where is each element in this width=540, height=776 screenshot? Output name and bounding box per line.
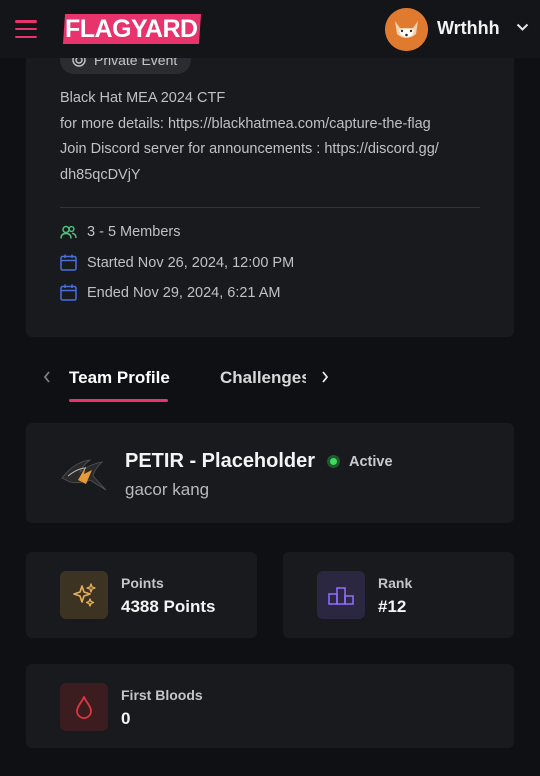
- event-description-line[interactable]: dh85qcDVjY: [60, 167, 141, 183]
- flagyard-logo[interactable]: FLAGYARD: [62, 14, 201, 44]
- rank-value: #12: [378, 597, 407, 616]
- event-description-line[interactable]: for more details: https://blackhatmea.co…: [60, 116, 431, 132]
- ended-text: Ended Nov 29, 2024, 6:21 AM: [87, 284, 281, 301]
- members-text: 3 - 5 Members: [87, 224, 181, 240]
- sparkles-icon: [73, 583, 96, 607]
- event-description-line[interactable]: Join Discord server for announcements : …: [60, 141, 439, 157]
- event-description-line: Black Hat MEA 2024 CTF: [60, 90, 226, 106]
- podium-icon: [328, 587, 354, 605]
- team-name: PETIR - Placeholder: [125, 450, 316, 472]
- first-bloods-icon-box: [60, 683, 108, 731]
- first-bloods-label: First Bloods: [121, 687, 203, 703]
- blood-drop-icon: [76, 696, 92, 719]
- tab-team-profile[interactable]: Team Profile: [69, 368, 170, 388]
- event-divider: [60, 207, 480, 208]
- team-subtitle: gacor kang: [125, 480, 210, 499]
- event-card: Private Event Black Hat MEA 2024 CTF for…: [26, 40, 514, 337]
- rank-label: Rank: [378, 575, 413, 591]
- status-badge: Active: [349, 454, 393, 470]
- points-value: 4388 Points: [121, 597, 216, 616]
- first-bloods-value: 0: [121, 709, 131, 728]
- calendar-icon: [60, 254, 77, 271]
- chevron-right-icon[interactable]: [320, 370, 330, 384]
- points-card: Points 4388 Points: [26, 552, 257, 638]
- event-ended-row: Ended Nov 29, 2024, 6:21 AM: [60, 284, 280, 301]
- avatar[interactable]: [385, 8, 428, 51]
- username[interactable]: Wrthhh: [437, 18, 500, 39]
- team-card: PETIR - Placeholder Active gacor kang: [26, 423, 514, 523]
- points-icon-box: [60, 571, 108, 619]
- fox-avatar-icon: [385, 8, 428, 51]
- status-indicator-icon: [327, 455, 340, 468]
- users-icon: [60, 225, 77, 239]
- calendar-icon: [60, 284, 77, 301]
- team-logo-icon: [61, 459, 107, 491]
- chevron-down-icon[interactable]: [516, 22, 529, 32]
- event-members-row: 3 - 5 Members: [60, 224, 180, 240]
- active-tab-indicator: [69, 399, 168, 402]
- points-label: Points: [121, 575, 164, 591]
- rank-card: Rank #12: [283, 552, 514, 638]
- first-bloods-card: First Bloods 0: [26, 664, 514, 748]
- top-navigation-bar: FLAGYARD Wrthhh: [0, 0, 540, 58]
- started-text: Started Nov 26, 2024, 12:00 PM: [87, 254, 295, 271]
- event-started-row: Started Nov 26, 2024, 12:00 PM: [60, 254, 294, 271]
- rank-icon-box: [317, 571, 365, 619]
- tab-challenges[interactable]: Challenges: [220, 368, 306, 388]
- chevron-left-icon[interactable]: [42, 370, 52, 384]
- menu-icon[interactable]: [15, 20, 37, 38]
